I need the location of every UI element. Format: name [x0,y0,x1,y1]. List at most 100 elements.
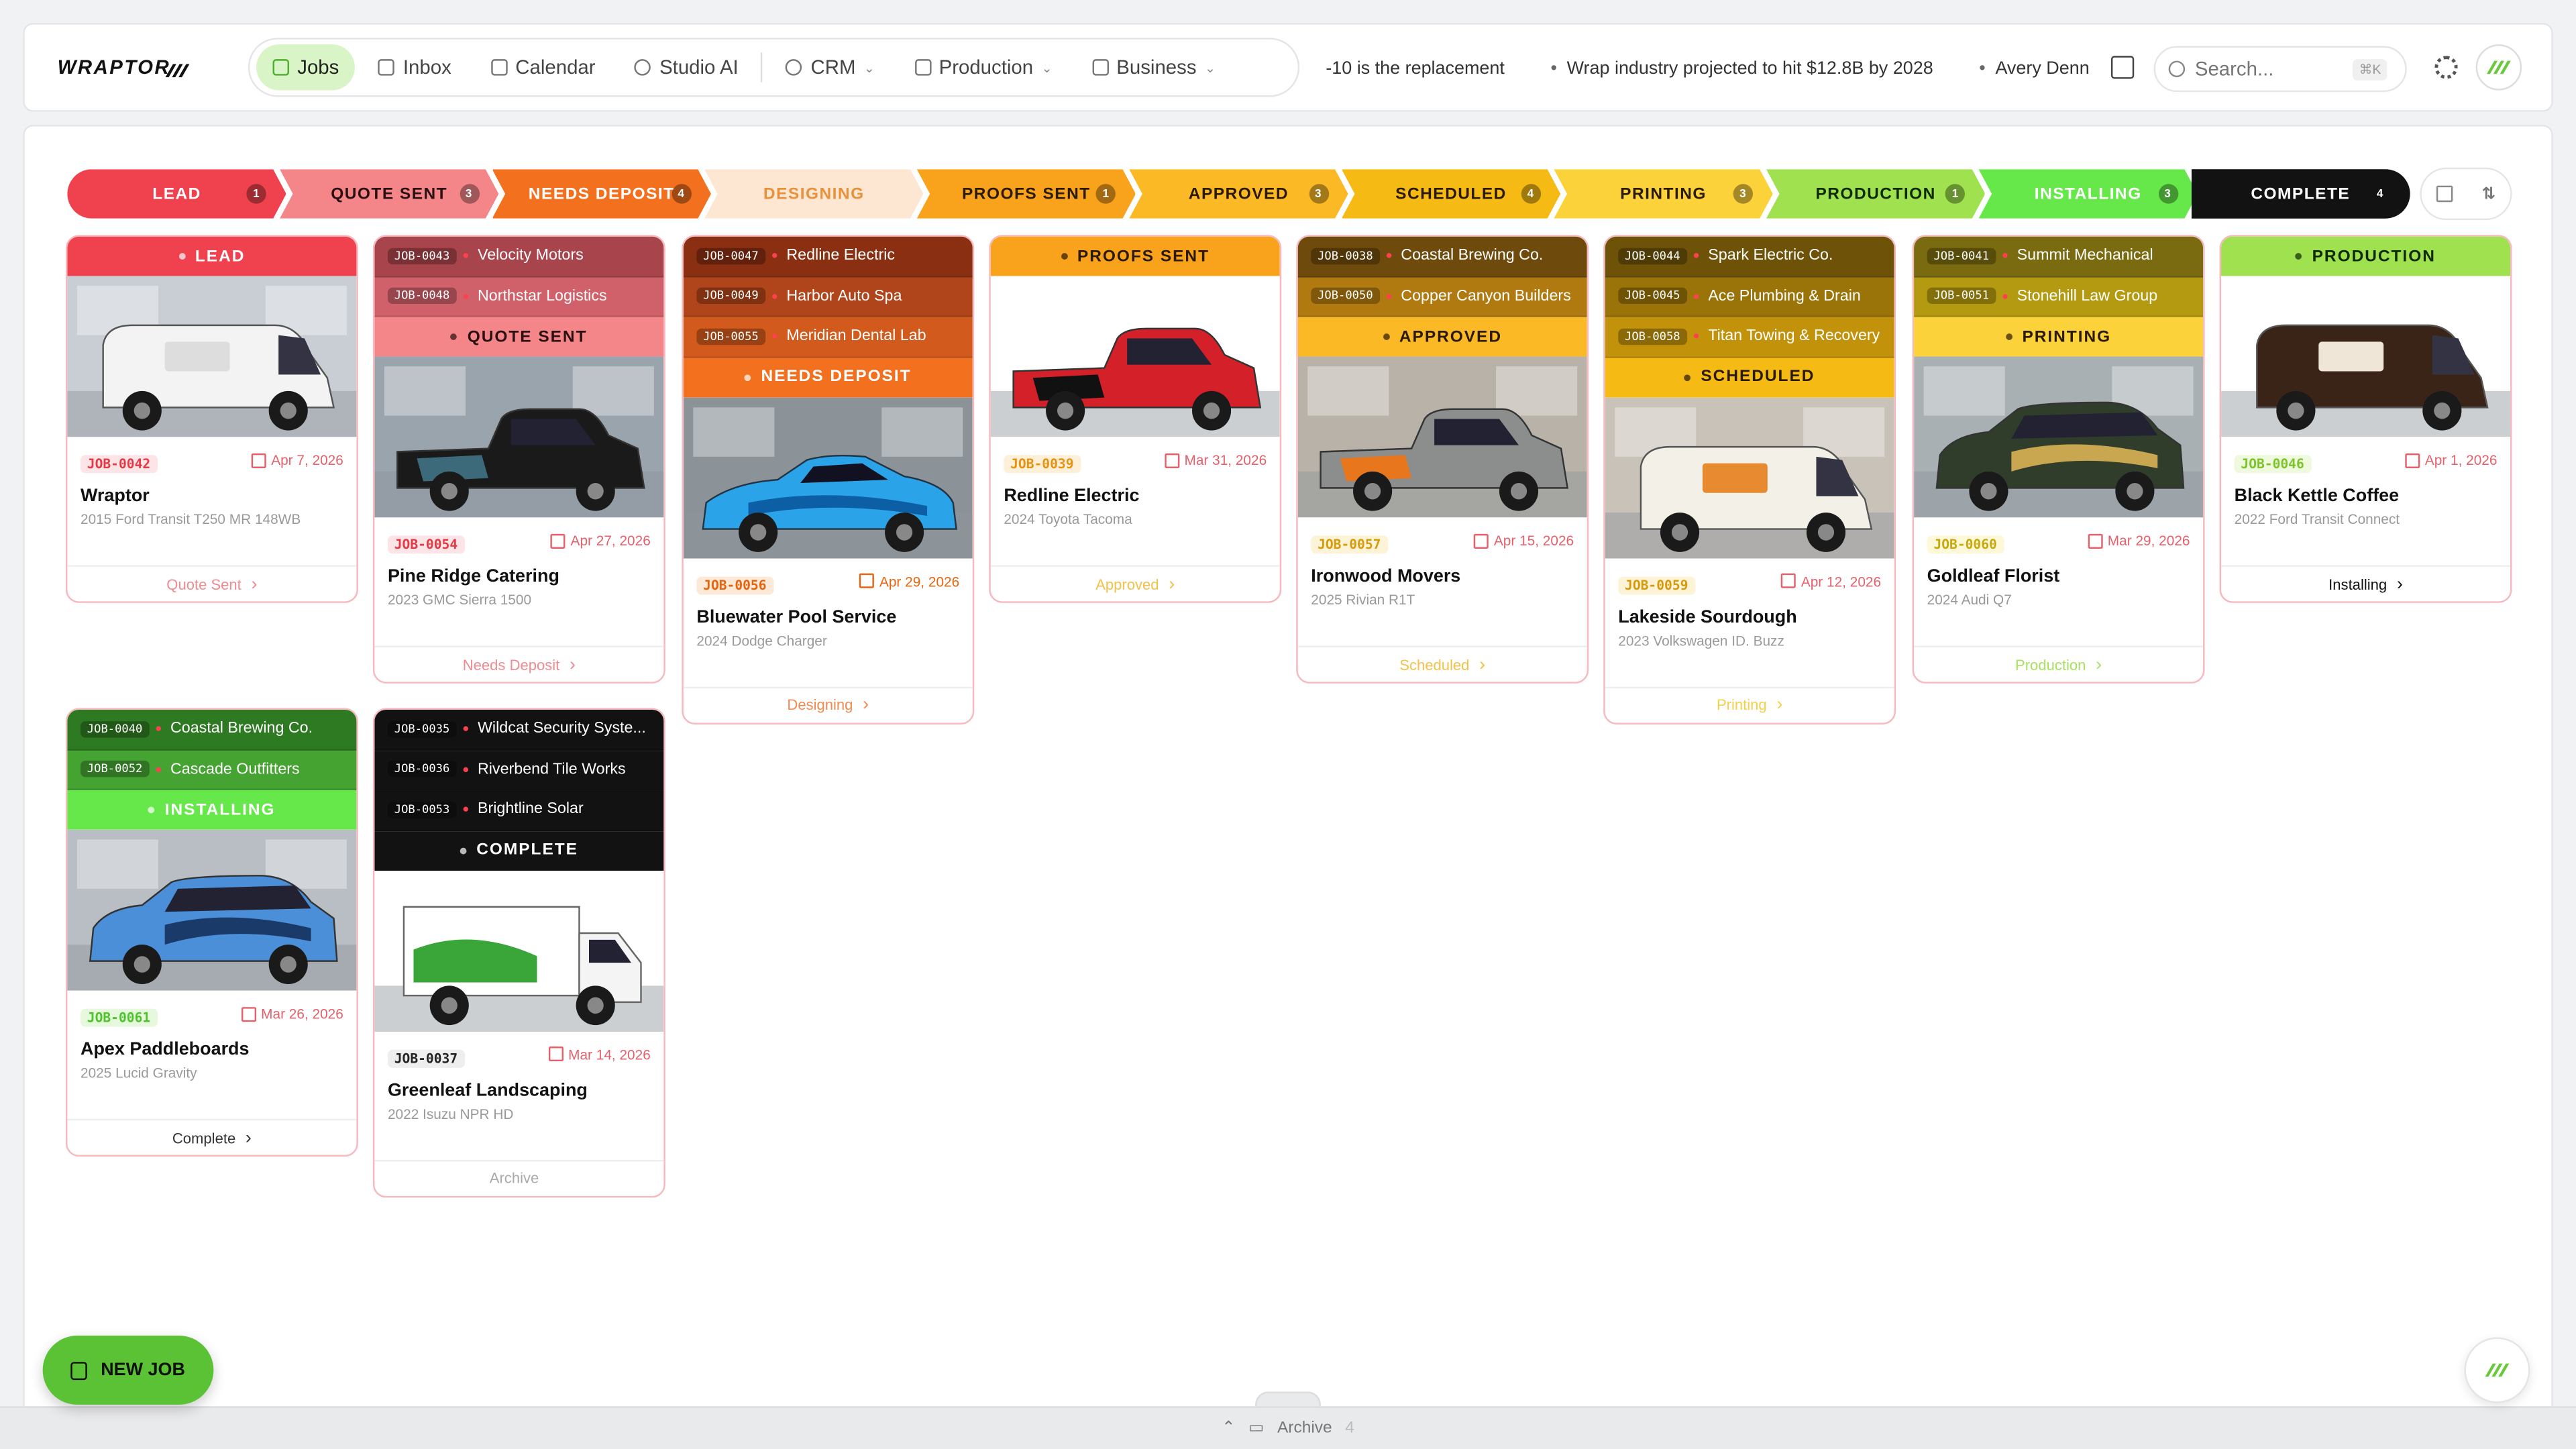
advance-stage-button[interactable]: Designing [683,686,973,722]
search-input[interactable] [2194,57,2343,81]
advance-stage-button[interactable]: Needs Deposit [374,645,664,682]
stacked-job-strip[interactable]: JOB-0052 Cascade Outfitters [67,749,357,790]
alert-dot-icon [1386,293,1391,299]
stacked-job-customer: Velocity Motors [477,246,584,265]
sort-icon[interactable]: ⇅ [2482,185,2496,203]
stage-designing[interactable]: DESIGNING [704,169,923,218]
stacked-job-strip[interactable]: JOB-0043 Velocity Motors [374,236,664,277]
advance-stage-button[interactable]: Complete [67,1118,357,1155]
stacked-job-strip[interactable]: JOB-0048 Northstar Logistics [374,276,664,317]
stage-lead[interactable]: LEAD 1 [67,169,286,218]
ticker-item[interactable]: Wrap industry projected to hit $12.8B by… [1550,59,1933,78]
stage-count-badge: 3 [460,184,479,203]
advance-stage-button[interactable]: Approved [990,565,1280,601]
alert-dot-icon [462,807,468,812]
view-toggle[interactable]: ⇅ [2420,167,2512,221]
search-box[interactable]: ⌘K [2153,46,2407,93]
stage-label: NEEDS DEPOSIT [528,184,675,203]
alert-dot-icon [462,727,468,732]
app-logo[interactable]: WRAPTOR [58,56,170,78]
card-info: JOB-0059 Apr 12, 2026 Lakeside Sourdough 20… [1605,557,1894,686]
stage-approved[interactable]: APPROVED 3 [1129,169,1348,218]
advance-stage-button[interactable]: Quote Sent [67,565,357,601]
archive-icon: ▭ [1248,1419,1265,1438]
nav-tab-business[interactable]: Business ⌄ [1075,44,1232,91]
stacked-job-strip[interactable]: JOB-0041 Summit Mechanical [1914,236,2204,277]
stage-production[interactable]: PRODUCTION 1 [1766,169,1985,218]
new-job-button[interactable]: NEW JOB [42,1336,214,1405]
archive-bar[interactable]: ⌃ ▭ Archive 4 [0,1406,2576,1449]
stage-quote-sent[interactable]: QUOTE SENT 3 [280,169,498,218]
job-card[interactable]: JOB-0043 Velocity Motors JOB-0048 Northstar… [372,235,665,684]
stage-needs-deposit[interactable]: NEEDS DEPOSIT 4 [492,169,711,218]
stacked-job-strip[interactable]: JOB-0045 Ace Plumbing & Drain [1605,276,1894,317]
logo-mark [165,64,190,78]
advance-stage-button[interactable]: Printing [1605,686,1894,722]
card-info: JOB-0054 Apr 27, 2026 Pine Ridge Catering 2… [374,517,663,645]
assistant-button[interactable] [2464,1337,2530,1403]
advance-stage-button[interactable]: Archive [374,1159,664,1195]
stacked-job-id: JOB-0043 [387,248,457,264]
nav-tab-calendar[interactable]: Calendar [474,44,612,91]
stacked-job-strip[interactable]: JOB-0055 Meridian Dental Lab [683,317,973,358]
stacked-job-strip[interactable]: JOB-0047 Redline Electric [683,236,973,277]
job-card[interactable]: JOB-0047 Redline Electric JOB-0049 Harbor A… [682,235,975,724]
card-stage-header: PRINTING [1914,317,2204,357]
stacked-job-id: JOB-0052 [80,761,150,777]
stacked-job-strip[interactable]: JOB-0038 Coastal Brewing Co. [1297,236,1587,277]
advance-stage-button[interactable]: Production [1914,645,2204,682]
nav-tab-jobs[interactable]: Jobs [256,44,356,91]
stage-count-badge: 1 [1096,184,1116,203]
stage-printing[interactable]: PRINTING 3 [1554,169,1772,218]
nav-tab-studio-ai[interactable]: Studio AI [619,44,755,91]
stage-complete[interactable]: COMPLETE 4 [2191,169,2410,219]
stacked-job-strip[interactable]: JOB-0050 Copper Canyon Builders [1297,276,1587,317]
job-id-badge: JOB-0059 [1618,576,1695,594]
stacked-job-strip[interactable]: JOB-0040 Coastal Brewing Co. [67,709,357,750]
ticker-item[interactable]: -10 is the replacement [1326,59,1505,78]
stage-count-badge: 1 [247,184,266,203]
job-card[interactable]: JOB-0035 Wildcat Security Syste... JOB-003… [372,708,665,1197]
card-info: JOB-0056 Apr 29, 2026 Bluewater Pool Servi… [684,557,973,686]
stacked-job-strip[interactable]: JOB-0044 Spark Electric Co. [1605,236,1894,277]
document-icon[interactable] [2110,56,2135,79]
stacked-job-strip[interactable]: JOB-0051 Stonehill Law Group [1914,276,2204,317]
avatar[interactable] [2475,44,2522,91]
stacked-job-id: JOB-0053 [387,801,457,818]
archive-handle[interactable] [1255,1391,1321,1408]
advance-stage-button[interactable]: Installing [2221,565,2511,601]
job-id-badge: JOB-0042 [80,455,157,474]
stacked-job-customer: Spark Electric Co. [1708,246,1833,265]
nav-tab-production[interactable]: Production ⌄ [898,44,1069,91]
job-card[interactable]: JOB-0041 Summit Mechanical JOB-0051 Stonehi… [1912,235,2205,684]
job-card[interactable]: LEAD JOB-0042 Apr 7, 2026 Wraptor 2015 Ford… [65,235,358,603]
stage-proofs-sent[interactable]: PROOFS SENT 1 [917,169,1136,218]
stage-scheduled[interactable]: SCHEDULED 4 [1342,169,1560,218]
stacked-job-strip[interactable]: JOB-0053 Brightline Solar [374,790,664,830]
stage-count-badge: 3 [2158,184,2178,203]
stacked-job-id: JOB-0044 [1618,248,1687,264]
nav-tab-crm[interactable]: CRM ⌄ [769,44,891,91]
job-card[interactable]: JOB-0044 Spark Electric Co. JOB-0045 Ace Pl… [1603,235,1896,724]
stage-installing[interactable]: INSTALLING 3 [1979,169,2198,218]
gear-icon[interactable] [2434,56,2458,79]
nav-tab-label: Business [1116,56,1197,79]
alert-dot-icon [155,767,161,772]
ticker-item[interactable]: Avery Denn [1979,59,2089,78]
stacked-job-strip[interactable]: JOB-0049 Harbor Auto Spa [683,276,973,317]
job-card[interactable]: JOB-0040 Coastal Brewing Co. JOB-0052 Casca… [65,708,358,1157]
stacked-job-strip[interactable]: JOB-0058 Titan Towing & Recovery [1605,317,1894,358]
stacked-job-strip[interactable]: JOB-0036 Riverbend Tile Works [374,749,664,790]
list-view-icon[interactable] [2436,185,2453,203]
stacked-job-strip[interactable]: JOB-0035 Wildcat Security Syste... [374,709,664,750]
stage-label: SCHEDULED [1395,184,1507,203]
advance-stage-button[interactable]: Scheduled [1297,645,1587,682]
job-card[interactable]: PROOFS SENT JOB-0039 Mar 31, 2026 Redline … [989,235,1282,603]
job-card[interactable]: PRODUCTION JOB-0046 Apr 1, 2026 Black Kett… [2219,235,2512,603]
nav-tab-inbox[interactable]: Inbox [362,44,468,91]
due-date: Mar 14, 2026 [549,1046,651,1062]
van-icon [67,276,357,437]
customer-name: Black Kettle Coffee [2234,486,2400,506]
search-icon [2168,60,2186,78]
job-card[interactable]: JOB-0038 Coastal Brewing Co. JOB-0050 Coppe… [1296,235,1589,684]
